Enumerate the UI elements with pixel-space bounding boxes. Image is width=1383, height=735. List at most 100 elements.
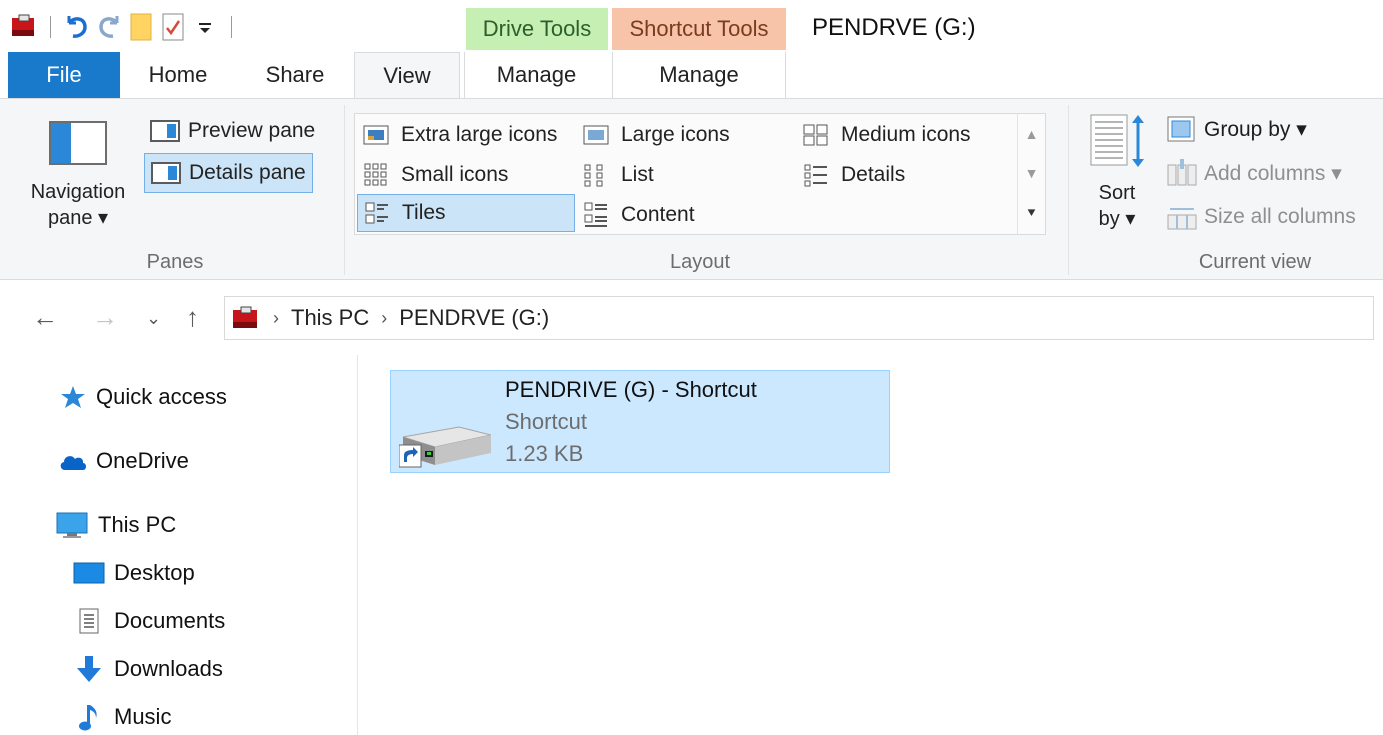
tab-file[interactable]: File xyxy=(8,52,120,98)
large-icons-icon xyxy=(583,124,609,146)
layout-tiles[interactable]: Tiles xyxy=(357,194,575,232)
tab-manage-shortcut[interactable]: Manage xyxy=(612,52,786,98)
layout-medium-icons[interactable]: Medium icons xyxy=(797,116,1015,154)
toolbar-separator xyxy=(231,16,232,38)
layout-gallery: Extra large icons Large icons Medium ico… xyxy=(354,113,1046,235)
properties-icon[interactable] xyxy=(157,12,189,42)
gallery-expand-icon[interactable]: ⯆ xyxy=(1026,205,1037,222)
group-by-button[interactable]: Group by ▾ xyxy=(1166,111,1307,147)
small-icons-icon xyxy=(363,163,389,186)
file-tile[interactable]: PENDRIVE (G) - Shortcut Shortcut 1.23 KB xyxy=(390,370,890,473)
gallery-scroll-up-icon[interactable]: ▲ xyxy=(1025,126,1039,142)
layout-extra-large-icons[interactable]: Extra large icons xyxy=(357,116,575,154)
panes-group-label: Panes xyxy=(146,251,204,273)
download-arrow-icon xyxy=(72,654,106,684)
computer-icon xyxy=(54,510,90,540)
sidebar-item-onedrive[interactable]: OneDrive xyxy=(58,441,189,481)
layout-large-icons[interactable]: Large icons xyxy=(577,116,795,154)
layout-details[interactable]: Details xyxy=(797,156,1015,194)
sidebar-item-this-pc[interactable]: This PC xyxy=(54,505,176,545)
cloud-icon xyxy=(58,446,88,476)
sidebar-item-label: Desktop xyxy=(114,560,195,585)
details-icon xyxy=(803,164,829,187)
recent-locations-chevron-icon[interactable]: ⌄ xyxy=(146,308,161,329)
sidebar-item-label: Documents xyxy=(114,608,226,633)
preview-pane-button[interactable]: Preview pane xyxy=(144,111,321,151)
ribbon-panel: Navigation pane ▾ Preview pane Details p… xyxy=(0,98,1383,280)
layout-content[interactable]: Content xyxy=(577,196,795,234)
layout-gallery-scroll: ▲ ▼ ⯆ xyxy=(1017,114,1045,234)
add-columns-label: Add columns ▾ xyxy=(1204,161,1342,185)
redo-icon[interactable] xyxy=(93,12,125,42)
star-icon xyxy=(58,382,88,412)
sidebar-item-quick-access[interactable]: Quick access xyxy=(58,377,227,417)
layout-item-label: Extra large icons xyxy=(401,123,558,146)
sort-by-label-line2: by ▾ xyxy=(1098,208,1136,230)
navigation-pane-button[interactable]: Navigation pane ▾ xyxy=(18,113,138,243)
layout-item-label: List xyxy=(621,163,654,186)
group-by-label: Group by ▾ xyxy=(1204,117,1307,141)
sidebar-item-documents[interactable]: Documents xyxy=(72,601,225,641)
group-divider xyxy=(1068,105,1069,275)
drive-location-icon xyxy=(233,306,257,328)
tiles-icon xyxy=(364,202,390,224)
breadcrumb-pendrve[interactable]: PENDRVE (G:) xyxy=(399,305,549,331)
navigation-bar: ← → ⌄ ↑ › This PC › PENDRVE (G:) xyxy=(0,280,1383,350)
breadcrumb-separator-icon: › xyxy=(273,307,279,328)
up-arrow-icon[interactable]: ↑ xyxy=(186,302,199,333)
undo-icon[interactable] xyxy=(61,12,93,42)
tab-manage-drive[interactable]: Manage xyxy=(464,52,608,98)
add-columns-button[interactable]: Add columns ▾ xyxy=(1166,155,1342,191)
group-by-icon xyxy=(1167,116,1195,142)
back-arrow-icon[interactable]: ← xyxy=(32,302,58,333)
size-all-columns-button[interactable]: Size all columns xyxy=(1166,199,1356,235)
details-pane-label: Details pane xyxy=(189,161,306,184)
layout-list[interactable]: List xyxy=(577,156,795,194)
tab-view[interactable]: View xyxy=(354,52,460,99)
breadcrumb-this-pc[interactable]: This PC xyxy=(291,305,369,331)
add-columns-icon xyxy=(1167,159,1197,186)
content-icon xyxy=(583,202,609,227)
quick-access-toolbar xyxy=(8,12,242,42)
drive-tools-context-label: Drive Tools xyxy=(466,8,608,50)
layout-item-label: Details xyxy=(841,163,906,186)
toolbar-separator xyxy=(50,16,51,38)
tab-share[interactable]: Share xyxy=(240,52,350,98)
sidebar-item-downloads[interactable]: Downloads xyxy=(72,649,223,689)
layout-item-label: Content xyxy=(621,203,695,226)
music-note-icon xyxy=(72,702,106,732)
desktop-icon xyxy=(72,558,106,588)
forward-arrow-icon[interactable]: → xyxy=(92,302,118,333)
medium-icons-icon xyxy=(803,124,829,146)
drive-app-icon[interactable] xyxy=(8,12,40,42)
customize-toolbar-icon[interactable] xyxy=(189,12,221,42)
layout-item-label: Tiles xyxy=(402,201,446,224)
sidebar-item-label: Quick access xyxy=(96,384,227,409)
details-pane-button[interactable]: Details pane xyxy=(144,153,313,193)
document-icon xyxy=(72,606,106,636)
list-icon xyxy=(583,164,609,187)
size-all-columns-label: Size all columns xyxy=(1204,205,1356,228)
address-bar[interactable]: › This PC › PENDRVE (G:) xyxy=(224,296,1374,340)
new-folder-icon[interactable] xyxy=(125,12,157,42)
layout-item-label: Medium icons xyxy=(841,123,971,146)
breadcrumb-separator-icon: › xyxy=(381,307,388,328)
sidebar-item-desktop[interactable]: Desktop xyxy=(72,553,195,593)
ribbon-tab-row: File Home Share View Manage Manage xyxy=(0,52,1383,99)
sidebar-item-label: Music xyxy=(114,704,172,729)
sort-by-button[interactable]: Sort by ▾ xyxy=(1086,113,1148,232)
sidebar-item-label: This PC xyxy=(98,512,177,537)
layout-item-label: Small icons xyxy=(401,163,509,186)
tab-home[interactable]: Home xyxy=(122,52,234,98)
extra-large-icons-icon xyxy=(363,124,389,146)
navigation-pane: Quick access OneDrive This PC Desktop Do… xyxy=(0,355,358,735)
gallery-scroll-down-icon[interactable]: ▼ xyxy=(1025,165,1039,181)
layout-small-icons[interactable]: Small icons xyxy=(357,156,575,194)
drive-shortcut-icon xyxy=(398,419,492,476)
sort-by-label: Sort xyxy=(1098,182,1136,204)
preview-pane-label: Preview pane xyxy=(188,119,316,142)
window-title: PENDRVE (G:) xyxy=(812,14,976,41)
shortcut-tools-context-label: Shortcut Tools xyxy=(612,8,786,50)
sidebar-item-music[interactable]: Music xyxy=(72,697,171,735)
navigation-pane-icon xyxy=(49,121,107,165)
